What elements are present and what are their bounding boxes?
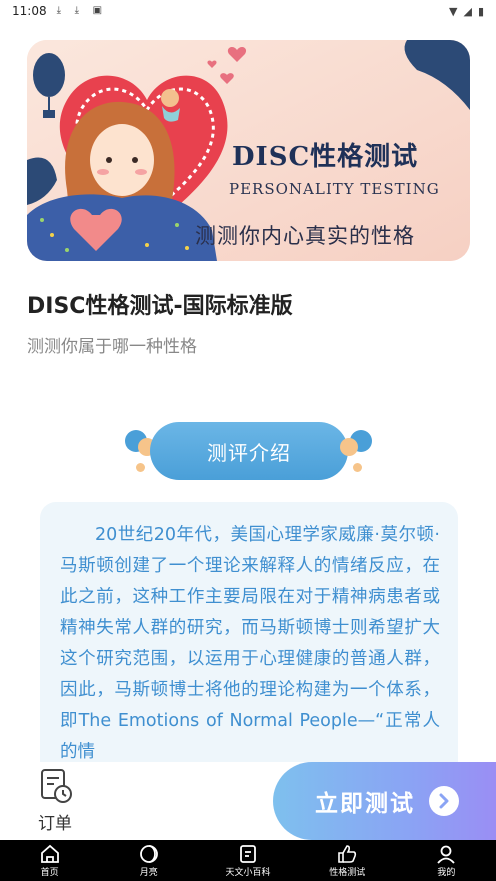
page-title: DISC性格测试-国际标准版 xyxy=(27,294,293,319)
orders-label[interactable]: 订单 xyxy=(38,809,72,834)
nav-item-encyclopedia[interactable]: 天文小百科 xyxy=(198,840,297,881)
arrow-right-icon xyxy=(429,786,459,816)
user-icon xyxy=(437,845,456,864)
nav-label: 我的 xyxy=(437,867,456,878)
decor-dot xyxy=(136,463,145,472)
section-badge: 测评介绍 xyxy=(150,422,348,480)
intro-text: 20世纪20年代，美国心理学家威廉·莫尔顿·马斯顿创建了一个理论来解释人的情绪反… xyxy=(60,525,440,762)
status-time: 11:08 xyxy=(12,4,47,18)
moon-icon xyxy=(139,844,158,863)
banner-tagline: 测测你内心真实的性格 xyxy=(195,224,415,248)
wifi-icon: ▼ xyxy=(449,4,458,18)
start-test-button[interactable]: 立即测试 xyxy=(273,762,496,840)
status-bar: 11:08 ⤓ ⤓ ▣ ▼ ◢ ▮ xyxy=(0,0,496,22)
page-subtitle: 测测你属于哪一种性格 xyxy=(27,337,197,357)
thumbs-up-icon xyxy=(338,844,357,863)
start-test-label: 立即测试 xyxy=(315,791,415,817)
signal-icon: ◢ xyxy=(463,4,472,18)
nav-label: 天文小百科 xyxy=(225,867,271,878)
hero-banner: DISC性格测试 PERSONALITY TESTING 测测你内心真实的性格 xyxy=(27,40,470,261)
home-icon xyxy=(40,844,59,863)
banner-title: DISC性格测试 xyxy=(232,142,419,172)
status-indicators: ▼ ◢ ▮ xyxy=(449,5,484,18)
download-icon: ⤓ xyxy=(56,5,62,16)
nav-item-home[interactable]: 首页 xyxy=(0,840,99,881)
download-icon: ⤓ xyxy=(74,5,80,16)
decor-dot xyxy=(353,463,362,472)
nav-item-moon[interactable]: 月亮 xyxy=(99,840,198,881)
bottom-nav: 首页 月亮 天文小百科 性格测试 我的 xyxy=(0,840,496,881)
nav-label: 首页 xyxy=(40,867,59,878)
book-icon xyxy=(240,844,256,863)
nav-label: 月亮 xyxy=(139,867,158,878)
nav-item-me[interactable]: 我的 xyxy=(397,840,496,881)
nav-label: 性格测试 xyxy=(329,867,366,878)
intro-card: 20世纪20年代，美国心理学家威廉·莫尔顿·马斯顿创建了一个理论来解释人的情绪反… xyxy=(40,502,458,762)
nav-item-personality-test[interactable]: 性格测试 xyxy=(298,840,397,881)
orders-icon[interactable] xyxy=(40,768,72,804)
banner-subtitle: PERSONALITY TESTING xyxy=(229,180,440,198)
notification-icon: ▣ xyxy=(92,5,103,16)
battery-icon: ▮ xyxy=(477,4,484,18)
decor-dot xyxy=(340,438,358,456)
